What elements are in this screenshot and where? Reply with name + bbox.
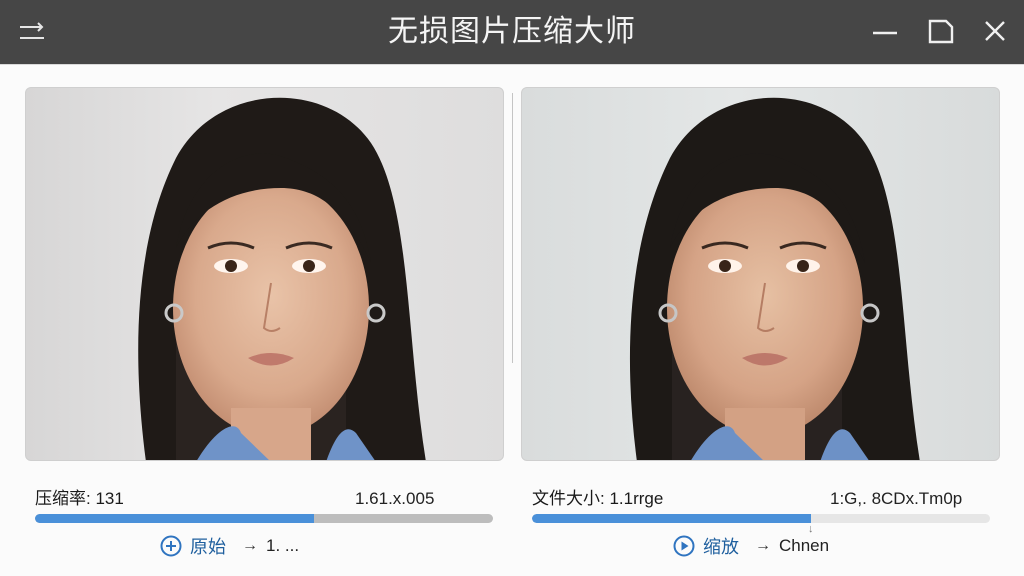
original-image[interactable] xyxy=(25,87,504,461)
original-target-text: 1. ... xyxy=(266,536,300,555)
compressed-size-value: 1:G,. 8CDx.Tm0p xyxy=(830,489,963,508)
play-circle-icon xyxy=(673,535,695,557)
compression-ratio-label: 压缩率: 131 xyxy=(35,489,124,508)
scale-target-text: Chnen xyxy=(779,536,830,555)
close-button[interactable] xyxy=(980,16,1010,46)
scale-button-label: 缩放 xyxy=(703,537,739,557)
original-size-value: 1.61.x.005 xyxy=(355,489,435,508)
original-button-label: 原始 xyxy=(190,537,226,557)
slider-fill xyxy=(532,514,812,523)
progress-fill xyxy=(35,514,315,523)
scale-slider[interactable] xyxy=(532,514,990,523)
plus-circle-icon xyxy=(160,535,182,557)
arrow-icon: → xyxy=(755,537,771,554)
original-button[interactable]: 原始 → 1. ... xyxy=(160,533,299,559)
portrait-photo xyxy=(138,97,426,460)
minimize-icon xyxy=(873,31,897,35)
compare-divider[interactable] xyxy=(512,93,513,363)
app-window: 无损图片压缩大师 压缩率: 131 1.61.x.005 原始 → 1. ...… xyxy=(0,0,1024,576)
close-icon xyxy=(985,21,1005,41)
title-bar: 无损图片压缩大师 xyxy=(0,0,1024,64)
portrait-photo xyxy=(630,97,920,460)
maximize-icon xyxy=(928,19,954,44)
arrow-icon: → xyxy=(242,537,258,554)
maximize-button[interactable] xyxy=(926,16,956,46)
compression-progress-bar[interactable] xyxy=(35,514,493,523)
compressed-image[interactable] xyxy=(521,87,1000,461)
scale-button[interactable]: 缩放 → Chnen xyxy=(673,533,829,559)
minimize-button[interactable] xyxy=(870,16,900,46)
compare-area: 压缩率: 131 1.61.x.005 原始 → 1. ... 文件大小: 1.… xyxy=(0,64,1024,576)
file-size-label: 文件大小: 1.1rrge xyxy=(532,489,664,508)
